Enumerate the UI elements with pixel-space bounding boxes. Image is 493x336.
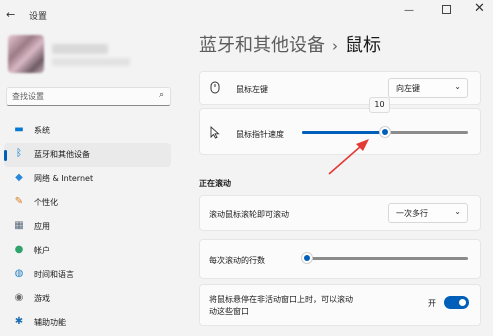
pointer-speed-label: 鼠标指针速度 <box>236 130 284 139</box>
sidebar-item-label: 辅助功能 <box>34 318 66 327</box>
sidebar-item-0[interactable]: ▬ 系统 <box>4 119 171 143</box>
chevron-down-icon: ⌄ <box>454 82 461 91</box>
scroll-mode-dropdown[interactable]: 一次多行 ⌄ <box>388 203 468 223</box>
gamepad-icon: ◉ <box>14 292 24 303</box>
sidebar-item-8[interactable]: ✱ 辅助功能 <box>4 311 171 335</box>
breadcrumb-separator: › <box>332 37 338 55</box>
scrolling-section-header: 正在滚动 <box>199 179 231 188</box>
sidebar-nav: ▬ 系统 ᛒ 蓝牙和其他设备 ◆ 网络 & Internet ✎ 个性化 ▦ 应用 ● 帐户 ◍ 时间和语… <box>0 119 175 335</box>
breadcrumb: 蓝牙和其他设备 › 鼠标 <box>199 31 381 57</box>
avatar[interactable] <box>8 35 44 73</box>
inactive-scroll-label-line1: 将鼠标悬停在非活动窗口上时，可以滚动 <box>209 295 353 304</box>
inactive-scroll-label-line2: 动这些窗口 <box>209 307 249 316</box>
maximize-icon[interactable] <box>442 5 451 14</box>
scroll-mode-label: 滚动鼠标滚轮即可滚动 <box>209 210 289 219</box>
search-box[interactable]: ⌕ <box>6 87 171 106</box>
accessibility-icon: ✱ <box>14 316 24 327</box>
sidebar-item-7[interactable]: ◉ 游戏 <box>4 287 171 311</box>
chevron-down-icon: ⌄ <box>454 207 461 216</box>
back-arrow-icon[interactable]: ← <box>6 8 15 21</box>
account-icon: ● <box>14 244 24 255</box>
primary-button-dropdown[interactable]: 向左键 ⌄ <box>388 78 468 98</box>
globe-icon: ◍ <box>14 268 24 279</box>
mouse-icon <box>210 81 220 97</box>
sidebar-item-label: 时间和语言 <box>34 270 74 279</box>
lines-per-scroll-label: 每次滚动的行数 <box>209 256 265 265</box>
search-input[interactable] <box>12 90 152 103</box>
profile-name-blurred <box>52 44 108 54</box>
inactive-scroll-card: 将鼠标悬停在非活动窗口上时，可以滚动 动这些窗口 <box>199 284 481 326</box>
profile-email-blurred <box>52 58 130 66</box>
wifi-icon: ◆ <box>15 172 23 183</box>
apps-icon: ▦ <box>14 220 24 231</box>
primary-button-value: 向左键 <box>396 84 420 93</box>
sidebar-item-5[interactable]: ● 帐户 <box>4 239 171 263</box>
sidebar-item-label: 个性化 <box>34 198 58 207</box>
sidebar-item-label: 网络 & Internet <box>34 174 94 183</box>
close-icon[interactable]: ✕ <box>474 1 485 16</box>
monitor-icon: ▬ <box>14 124 24 135</box>
sidebar-item-6[interactable]: ◍ 时间和语言 <box>4 263 171 287</box>
inactive-scroll-toggle[interactable] <box>444 296 469 309</box>
sidebar-item-1[interactable]: ᛒ 蓝牙和其他设备 <box>4 143 171 167</box>
minimize-icon[interactable]: — <box>404 5 414 16</box>
sidebar-item-3[interactable]: ✎ 个性化 <box>4 191 171 215</box>
sidebar-item-2[interactable]: ◆ 网络 & Internet <box>4 167 171 191</box>
sidebar-item-label: 应用 <box>34 222 50 231</box>
scroll-mode-value: 一次多行 <box>396 209 428 218</box>
cursor-icon <box>210 125 220 142</box>
pointer-speed-thumb[interactable] <box>379 126 391 138</box>
sidebar-item-label: 蓝牙和其他设备 <box>34 150 90 159</box>
sidebar-item-label: 游戏 <box>34 294 50 303</box>
bluetooth-icon: ᛒ <box>16 148 22 159</box>
search-icon[interactable]: ⌕ <box>159 90 164 100</box>
pointer-speed-tooltip: 10 <box>369 97 390 113</box>
primary-button-label: 鼠标左键 <box>236 85 268 94</box>
brush-icon: ✎ <box>14 196 24 207</box>
pointer-speed-fill <box>302 131 385 134</box>
app-title: 设置 <box>29 12 48 22</box>
primary-button-card: 鼠标左键 向左键 ⌄ <box>199 71 481 105</box>
breadcrumb-parent[interactable]: 蓝牙和其他设备 <box>199 35 325 56</box>
lines-per-scroll-thumb[interactable] <box>300 252 313 264</box>
inactive-scroll-state: 开 <box>428 299 436 308</box>
sidebar-item-4[interactable]: ▦ 应用 <box>4 215 171 239</box>
title-bar: ← 设置 — ✕ <box>0 0 493 28</box>
lines-per-scroll-slider[interactable] <box>302 257 468 260</box>
page-title: 鼠标 <box>345 35 381 56</box>
scroll-mode-card: 滚动鼠标滚轮即可滚动 一次多行 ⌄ <box>199 195 481 231</box>
sidebar-item-label: 系统 <box>34 126 50 135</box>
sidebar-item-label: 帐户 <box>34 246 50 255</box>
